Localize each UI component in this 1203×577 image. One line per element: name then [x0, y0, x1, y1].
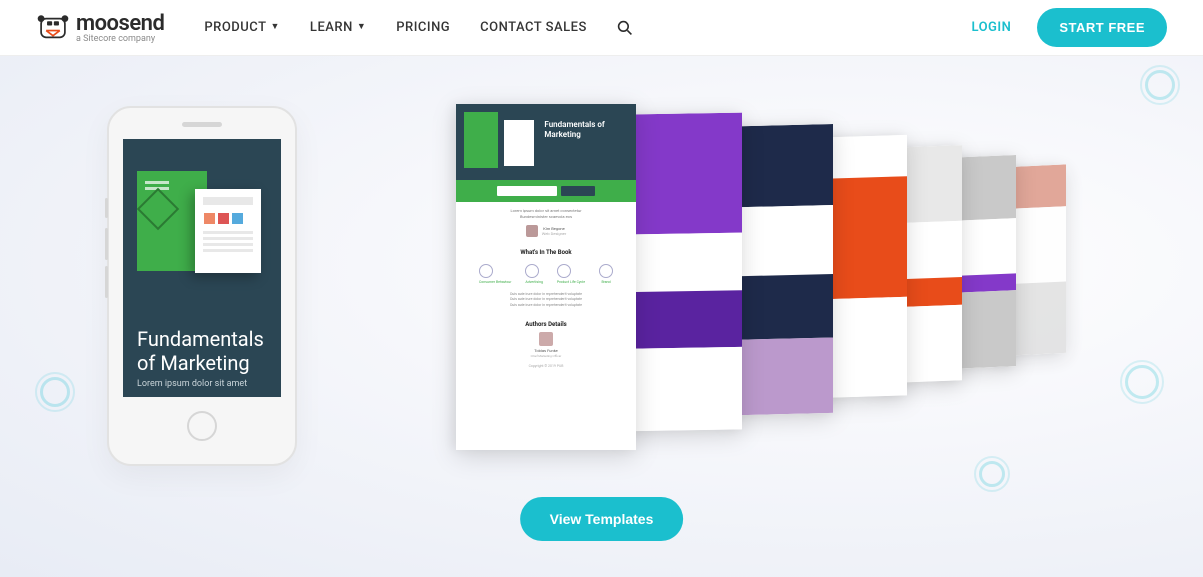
mock-input-icon [497, 186, 557, 196]
view-templates-button[interactable]: View Templates [520, 497, 684, 541]
mockup-tile-icon [232, 213, 243, 224]
logo[interactable]: moosend a Sitecore company [36, 11, 164, 44]
feature-icon [525, 264, 539, 278]
phone-home-button-icon [187, 411, 217, 441]
chevron-down-icon: ▼ [271, 21, 280, 32]
decorative-ring-icon [1145, 70, 1175, 100]
phone-screen: Fundamentals of Marketing Lorem ipsum do… [123, 139, 281, 397]
nav-product-label: PRODUCT [204, 20, 266, 35]
feature-icon [599, 264, 613, 278]
phone-title: Fundamentals of Marketing [137, 327, 281, 375]
nav-product[interactable]: PRODUCT ▼ [204, 20, 280, 35]
feature-label: Advertising [525, 280, 543, 284]
template-hero: Fundamentals of Marketing [456, 104, 636, 180]
moosend-cow-icon [36, 13, 70, 43]
template-signup-bar [456, 180, 636, 202]
template-preview [728, 124, 833, 415]
avatar-icon [526, 225, 538, 237]
start-free-button[interactable]: START FREE [1037, 8, 1167, 47]
main-nav: PRODUCT ▼ LEARN ▼ PRICING CONTACT SALES [204, 20, 633, 36]
phone-speaker-icon [182, 122, 222, 127]
nav-learn-label: LEARN [310, 20, 353, 35]
template-whats-section: What's In The Book Consumer Behaviour Ad… [456, 243, 636, 315]
hero-section: Fundamentals of Marketing Lorem ipsum do… [0, 56, 1203, 577]
login-link[interactable]: LOGIN [971, 20, 1011, 35]
header-right: LOGIN START FREE [971, 8, 1167, 47]
phone-mockup: Fundamentals of Marketing Lorem ipsum do… [107, 106, 297, 466]
feature-icon [479, 264, 493, 278]
mockup-tile-icon [218, 213, 229, 224]
decorative-ring-icon [1125, 365, 1159, 399]
chevron-down-icon: ▼ [357, 21, 366, 32]
template-hero-title: Fundamentals of Marketing [540, 112, 628, 172]
logo-subtitle: a Sitecore company [76, 34, 164, 44]
phone-subtitle: Lorem ipsum dolor sit amet [137, 379, 247, 389]
decorative-ring-icon [40, 377, 70, 407]
template-author-title: Authors Details [466, 321, 626, 328]
feature-label: Consumer Behaviour [479, 280, 511, 284]
mockup-white-panel [195, 189, 261, 273]
template-whats-title: What's In The Book [466, 249, 626, 256]
feature-icon [557, 264, 571, 278]
logo-text: moosend [76, 11, 164, 36]
mockup-green-panel [464, 112, 498, 168]
template-stack: Fundamentals of Marketing Lorem ipsum do… [456, 104, 1096, 504]
template-author-section: Authors Details Tobias FunkeChief Market… [456, 315, 636, 374]
feature-label: Product Life Cycle [557, 280, 585, 284]
search-icon[interactable] [617, 20, 633, 36]
template-preview-main: Fundamentals of Marketing Lorem ipsum do… [456, 104, 636, 450]
nav-learn[interactable]: LEARN ▼ [310, 20, 366, 35]
author-name: Tobias FunkeChief Marketing Officer [466, 348, 626, 358]
mock-button-icon [561, 186, 595, 196]
nav-pricing[interactable]: PRICING [396, 20, 450, 35]
nav-contact-label: CONTACT SALES [480, 20, 587, 35]
template-copyright: Copyright © 2019 PUB [466, 364, 626, 368]
template-intro-section: Lorem ipsum dolor sit amet consecteturBu… [456, 202, 636, 243]
nav-pricing-label: PRICING [396, 20, 450, 35]
header: moosend a Sitecore company PRODUCT ▼ LEA… [0, 0, 1203, 56]
phone-side-button-icon [105, 198, 108, 218]
phone-side-button-icon [105, 228, 108, 260]
feature-label: Brand [599, 280, 613, 284]
nav-contact-sales[interactable]: CONTACT SALES [480, 20, 587, 35]
mockup-tile-icon [204, 213, 215, 224]
phone-side-button-icon [105, 266, 108, 298]
template-preview [622, 113, 742, 432]
author-avatar-icon [539, 332, 553, 346]
avatar-name: Kim BegoneWeb Designer [542, 226, 567, 236]
mockup-white-panel [504, 120, 535, 166]
